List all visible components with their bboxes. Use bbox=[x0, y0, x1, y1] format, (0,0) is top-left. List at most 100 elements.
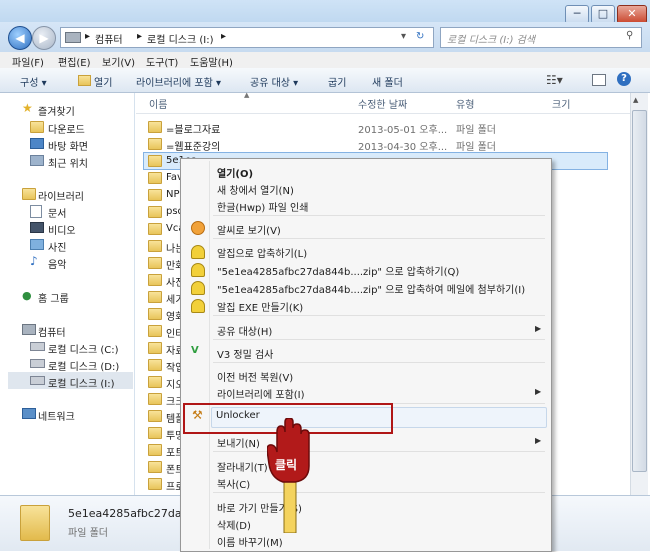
refresh-icon[interactable]: ↻ bbox=[416, 31, 424, 42]
hand-cursor-icon bbox=[267, 418, 310, 533]
menu-alzip-to-zip[interactable]: "5e1ea4285afbc27da844b....zip" 으로 압축하기(Q… bbox=[217, 263, 459, 278]
menu-file[interactable]: 파일(F) bbox=[12, 54, 44, 69]
scrollbar-thumb[interactable] bbox=[632, 110, 647, 472]
menu-delete[interactable]: 삭제(D) bbox=[217, 517, 251, 532]
folder-icon bbox=[148, 206, 162, 218]
arrow-left-icon: ◀ bbox=[15, 31, 25, 45]
nav-drive-c[interactable]: 로컬 디스크 (C:) bbox=[48, 341, 119, 356]
menu-tools[interactable]: 도구(T) bbox=[146, 54, 178, 69]
menu-copy[interactable]: 복사(C) bbox=[217, 476, 250, 491]
nav-favorites[interactable]: 즐겨찾기 bbox=[38, 103, 75, 118]
menu-separator bbox=[213, 339, 545, 340]
submenu-arrow-icon: ▶ bbox=[535, 324, 542, 333]
breadcrumb-computer[interactable]: 컴퓨터 bbox=[95, 31, 123, 46]
new-folder-button[interactable]: 새 폴더 bbox=[372, 74, 403, 89]
folder-icon bbox=[148, 223, 162, 235]
nav-drive-i[interactable]: 로컬 디스크 (I:) bbox=[48, 375, 114, 390]
alzip-icon bbox=[191, 281, 205, 295]
back-button[interactable]: ◀ bbox=[8, 26, 32, 50]
help-icon[interactable]: ? bbox=[617, 72, 631, 86]
file-name[interactable]: =웹표준강의 bbox=[166, 138, 220, 153]
homegroup-icon: ● bbox=[22, 289, 32, 302]
folder-icon bbox=[148, 138, 162, 150]
documents-icon bbox=[30, 205, 42, 218]
menu-restore-versions[interactable]: 이전 버전 복원(V) bbox=[217, 369, 293, 384]
desktop-icon bbox=[30, 138, 44, 149]
column-name[interactable]: 이름 bbox=[149, 96, 167, 111]
folder-icon bbox=[148, 189, 162, 201]
menu-cut[interactable]: 잘라내기(T) bbox=[217, 459, 268, 474]
recent-places-icon bbox=[30, 155, 44, 166]
address-bar[interactable]: ▸ 컴퓨터 ▸ 로컬 디스크 (I:) ▸ ▾ ↻ bbox=[60, 27, 434, 48]
open-folder-icon bbox=[78, 75, 91, 86]
column-size[interactable]: 크기 bbox=[552, 96, 570, 111]
menu-alsee-view[interactable]: 알씨로 보기(V) bbox=[217, 222, 281, 237]
music-icon: ♪ bbox=[30, 254, 38, 268]
folder-icon bbox=[148, 291, 162, 303]
chevron-right-icon: ▸ bbox=[137, 31, 143, 42]
burn-button[interactable]: 굽기 bbox=[328, 74, 346, 89]
menu-open[interactable]: 열기(O) bbox=[217, 165, 253, 180]
menu-separator bbox=[213, 492, 545, 493]
search-icon[interactable]: ⚲ bbox=[626, 30, 633, 41]
network-icon bbox=[22, 408, 36, 419]
menu-send-to[interactable]: 보내기(N) bbox=[217, 435, 260, 450]
nav-downloads[interactable]: 다운로드 bbox=[48, 121, 85, 136]
menu-v3-scan[interactable]: V3 정밀 검사 bbox=[217, 346, 273, 361]
preview-pane-icon[interactable] bbox=[592, 74, 606, 86]
nav-videos[interactable]: 비디오 bbox=[48, 222, 76, 237]
menu-view[interactable]: 보기(V) bbox=[102, 54, 135, 69]
folder-icon bbox=[148, 478, 162, 490]
nav-homegroup[interactable]: 홈 그룹 bbox=[38, 290, 69, 305]
nav-music[interactable]: 음악 bbox=[48, 256, 66, 271]
sort-up-icon: ▲ bbox=[244, 91, 250, 99]
organize-button[interactable]: 구성 ▾ bbox=[20, 74, 47, 89]
file-date: 2013-04-30 오후... bbox=[358, 142, 448, 153]
menu-share-with[interactable]: 공유 대상(H) bbox=[217, 323, 272, 338]
breadcrumb-drive[interactable]: 로컬 디스크 (I:) bbox=[147, 31, 213, 46]
chevron-down-icon[interactable]: ▾ bbox=[401, 31, 406, 42]
menu-open-new-window[interactable]: 새 창에서 열기(N) bbox=[217, 182, 294, 197]
nav-libraries[interactable]: 라이브러리 bbox=[38, 188, 84, 203]
computer-icon bbox=[22, 324, 36, 335]
nav-pictures[interactable]: 사진 bbox=[48, 239, 66, 254]
nav-desktop[interactable]: 바탕 화면 bbox=[48, 138, 88, 153]
forward-button[interactable]: ▶ bbox=[32, 26, 56, 50]
open-button[interactable]: 열기 bbox=[94, 74, 112, 89]
include-in-library-button[interactable]: 라이브러리에 포함 ▾ bbox=[136, 74, 221, 89]
folder-icon bbox=[148, 461, 162, 473]
file-type: 파일 폴더 bbox=[456, 125, 496, 136]
menu-hwp-print[interactable]: 한글(Hwp) 파일 인쇄 bbox=[217, 199, 308, 214]
alzip-icon bbox=[191, 299, 205, 313]
nav-network[interactable]: 네트워크 bbox=[38, 408, 75, 423]
menu-help[interactable]: 도움말(H) bbox=[190, 54, 233, 69]
menu-rename[interactable]: 이름 바꾸기(M) bbox=[217, 534, 283, 549]
view-options-icon[interactable]: ☷▾ bbox=[546, 73, 563, 87]
menu-alzip-exe[interactable]: 알집 EXE 만들기(K) bbox=[217, 299, 303, 314]
search-input[interactable]: 로컬 디스크 (I:) 검색 ⚲ bbox=[440, 27, 642, 48]
folder-icon bbox=[148, 240, 162, 252]
menu-alzip-mail[interactable]: "5e1ea4285afbc27da844b....zip" 으로 압축하여 메… bbox=[217, 281, 525, 296]
folder-icon bbox=[148, 172, 162, 184]
column-date[interactable]: 수정한 날짜 bbox=[358, 96, 407, 111]
chevron-right-icon: ▸ bbox=[85, 31, 91, 42]
folder-icon bbox=[148, 121, 162, 133]
folder-icon bbox=[148, 257, 162, 269]
folder-icon bbox=[148, 325, 162, 337]
folder-icon bbox=[148, 393, 162, 405]
column-type[interactable]: 유형 bbox=[456, 96, 474, 111]
pictures-icon bbox=[30, 239, 44, 250]
file-name[interactable]: =블로그자료 bbox=[166, 121, 220, 136]
nav-drive-d[interactable]: 로컬 디스크 (D:) bbox=[48, 358, 119, 373]
nav-recent[interactable]: 최근 위치 bbox=[48, 155, 88, 170]
menu-edit[interactable]: 편집(E) bbox=[58, 54, 91, 69]
details-type: 파일 폴더 bbox=[68, 528, 108, 539]
menu-include-library[interactable]: 라이브러리에 포함(I) bbox=[217, 386, 305, 401]
alzip-icon bbox=[191, 245, 205, 259]
menu-alzip-compress[interactable]: 알집으로 압축하기(L) bbox=[217, 245, 307, 260]
share-with-button[interactable]: 공유 대상 ▾ bbox=[250, 74, 298, 89]
nav-documents[interactable]: 문서 bbox=[48, 205, 66, 220]
nav-computer[interactable]: 컴퓨터 bbox=[38, 324, 66, 339]
scroll-up-icon[interactable]: ▲ bbox=[633, 96, 638, 104]
submenu-arrow-icon: ▶ bbox=[535, 436, 542, 445]
